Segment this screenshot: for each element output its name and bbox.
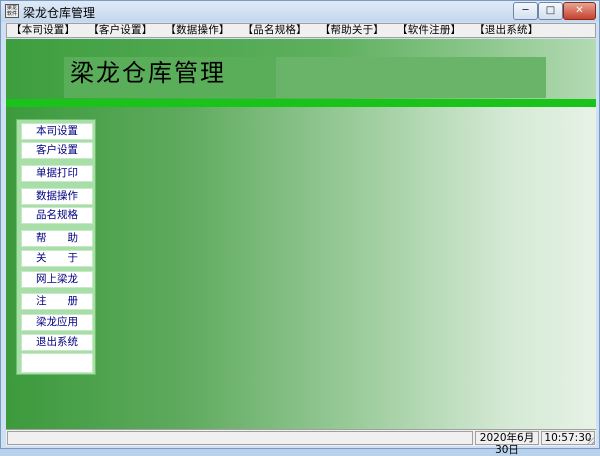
sidebar-item-about[interactable]: 关 于: [21, 250, 93, 267]
menu-bar: 【本司设置】 【客户设置】 【数据操作】 【品名规格】 【帮助关于】 【软件注册…: [6, 23, 596, 38]
main-area: 梁龙仓库管理 本司设置 客户设置 单据打印 数据操作 品名规格 帮 助 关 于 …: [6, 39, 596, 429]
status-bar: 2020年6月30日 10:57:30: [6, 429, 596, 456]
menu-customer-settings[interactable]: 【客户设置】: [84, 24, 161, 37]
menu-help-about[interactable]: 【帮助关于】: [316, 24, 393, 37]
app-window: 梁龙软件 梁龙仓库管理 ─ □ ✕ 【本司设置】 【客户设置】 【数据操作】 【…: [0, 0, 600, 456]
sidebar-item-help[interactable]: 帮 助: [21, 230, 93, 247]
menu-data-operations[interactable]: 【数据操作】: [161, 24, 238, 37]
banner-divider: [6, 99, 596, 107]
sidebar-empty-slot: [21, 353, 93, 373]
menu-software-register[interactable]: 【软件注册】: [393, 24, 470, 37]
status-message: [7, 431, 473, 445]
sidebar-item-data-operations[interactable]: 数据操作: [21, 188, 93, 205]
title-bar[interactable]: 梁龙软件 梁龙仓库管理 ─ □ ✕: [1, 1, 599, 22]
sidebar: 本司设置 客户设置 单据打印 数据操作 品名规格 帮 助 关 于 网上梁龙 注 …: [16, 119, 96, 375]
minimize-button[interactable]: ─: [513, 2, 538, 20]
maximize-button[interactable]: □: [538, 2, 563, 20]
close-button[interactable]: ✕: [563, 2, 596, 20]
app-icon: 梁龙软件: [5, 4, 19, 18]
sidebar-item-print-documents[interactable]: 单据打印: [21, 165, 93, 182]
status-date: 2020年6月30日: [475, 431, 539, 456]
sidebar-item-product-specs[interactable]: 品名规格: [21, 207, 93, 224]
sidebar-item-exit[interactable]: 退出系统: [21, 334, 93, 351]
sidebar-item-register[interactable]: 注 册: [21, 293, 93, 310]
menu-product-specs[interactable]: 【品名规格】: [239, 24, 316, 37]
menu-company-settings[interactable]: 【本司设置】: [7, 24, 84, 37]
menu-exit-system[interactable]: 【退出系统】: [470, 24, 547, 37]
banner: 梁龙仓库管理: [6, 39, 596, 99]
banner-panel-right: [276, 57, 546, 98]
resize-grip-icon[interactable]: [587, 437, 595, 445]
banner-title: 梁龙仓库管理: [70, 59, 226, 87]
sidebar-item-company-settings[interactable]: 本司设置: [21, 123, 93, 140]
sidebar-item-customer-settings[interactable]: 客户设置: [21, 142, 93, 159]
sidebar-item-online[interactable]: 网上梁龙: [21, 271, 93, 288]
sidebar-item-apps[interactable]: 梁龙应用: [21, 314, 93, 331]
window-title: 梁龙仓库管理: [23, 6, 96, 20]
